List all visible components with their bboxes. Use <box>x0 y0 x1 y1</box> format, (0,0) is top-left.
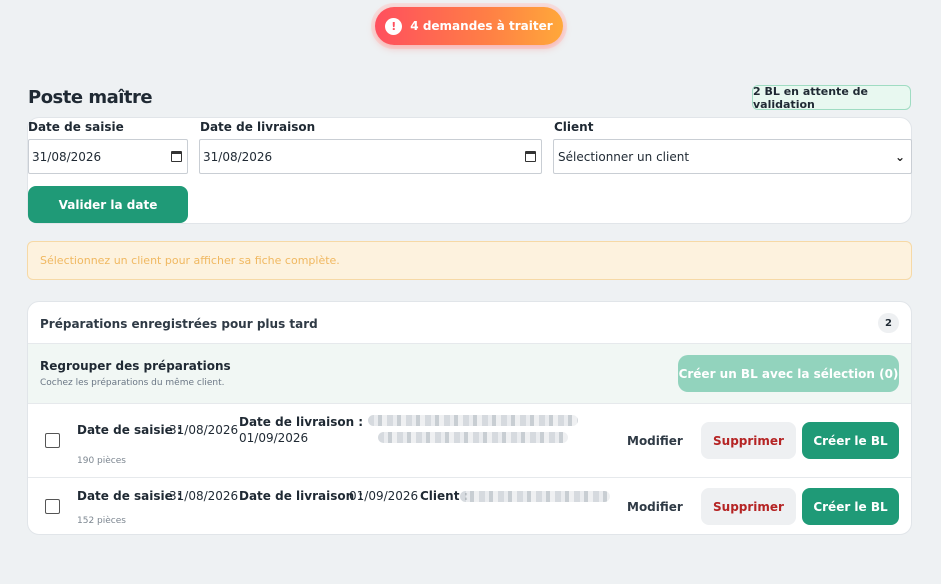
form-card: Date de saisie 31/08/2026 Date de livrai… <box>27 117 912 224</box>
calendar-icon[interactable] <box>171 151 182 162</box>
exclamation-icon: ! <box>385 17 403 35</box>
preparations-header[interactable]: Préparations enregistrées pour plus tard… <box>28 302 911 344</box>
validate-date-button[interactable]: Valider la date <box>28 186 188 223</box>
date-livraison-input[interactable]: 31/08/2026 <box>199 139 542 174</box>
create-bl-button[interactable]: Créer le BL <box>802 422 899 459</box>
redacted-client <box>378 432 568 443</box>
page-title: Poste maître <box>28 87 153 108</box>
date-saisie-input[interactable]: 31/08/2026 <box>28 139 188 174</box>
livraison-label: Date de livraison : <box>239 489 364 503</box>
modify-button[interactable]: Modifier <box>627 434 683 448</box>
date-livraison-label: Date de livraison <box>200 120 316 134</box>
calendar-icon[interactable] <box>525 151 536 162</box>
date-saisie-label: Date de saisie <box>28 120 124 134</box>
redacted-client <box>460 491 610 502</box>
group-preparations-bar: Regrouper des préparations Cochez les pr… <box>28 344 911 404</box>
pending-requests-button[interactable]: ! 4 demandes à traiter <box>375 7 563 45</box>
pending-requests-label: 4 demandes à traiter <box>410 19 553 33</box>
client-label: Client <box>554 120 594 134</box>
client-select[interactable]: Sélectionner un client ⌄ <box>553 139 912 174</box>
row-checkbox[interactable] <box>45 433 60 448</box>
create-bl-selection-button[interactable]: Créer un BL avec la sélection (0) <box>678 355 899 392</box>
delete-button[interactable]: Supprimer <box>701 488 796 525</box>
saisie-label: Date de saisie : <box>77 423 182 437</box>
livraison-label: Date de livraison : <box>239 415 364 429</box>
date-saisie-value: 31/08/2026 <box>32 149 102 164</box>
date-livraison-value: 31/08/2026 <box>203 149 273 164</box>
saisie-value: 31/08/2026 <box>169 489 239 503</box>
client-select-value: Sélectionner un client <box>558 149 690 164</box>
pieces-count: 152 pièces <box>77 516 126 526</box>
group-title: Regrouper des préparations <box>40 359 231 373</box>
alert-pill-halo: ! 4 demandes à traiter <box>371 3 567 49</box>
preparation-row: Date de saisie : 31/08/2026 Date de livr… <box>28 477 911 534</box>
create-bl-button[interactable]: Créer le BL <box>802 488 899 525</box>
row-checkbox[interactable] <box>45 499 60 514</box>
redacted-client <box>368 415 578 426</box>
livraison-value: 01/09/2026 <box>239 431 309 445</box>
group-subtitle: Cochez les préparations du même client. <box>40 378 225 388</box>
bl-pending-badge: 2 BL en attente de validation <box>752 85 911 111</box>
chevron-down-icon: ⌄ <box>894 150 905 164</box>
preparation-row: Date de saisie : 31/08/2026 Date de livr… <box>28 404 911 477</box>
preparations-card: Préparations enregistrées pour plus tard… <box>27 301 912 535</box>
delete-button[interactable]: Supprimer <box>701 422 796 459</box>
info-message: Sélectionnez un client pour afficher sa … <box>27 241 912 280</box>
saisie-value: 31/08/2026 <box>169 423 239 437</box>
livraison-value: 01/09/2026 <box>349 489 419 503</box>
pieces-count: 190 pièces <box>77 456 126 466</box>
preparations-title: Préparations enregistrées pour plus tard <box>40 317 318 331</box>
modify-button[interactable]: Modifier <box>627 500 683 514</box>
preparations-count-badge: 2 <box>878 313 899 333</box>
saisie-label: Date de saisie : <box>77 489 182 503</box>
